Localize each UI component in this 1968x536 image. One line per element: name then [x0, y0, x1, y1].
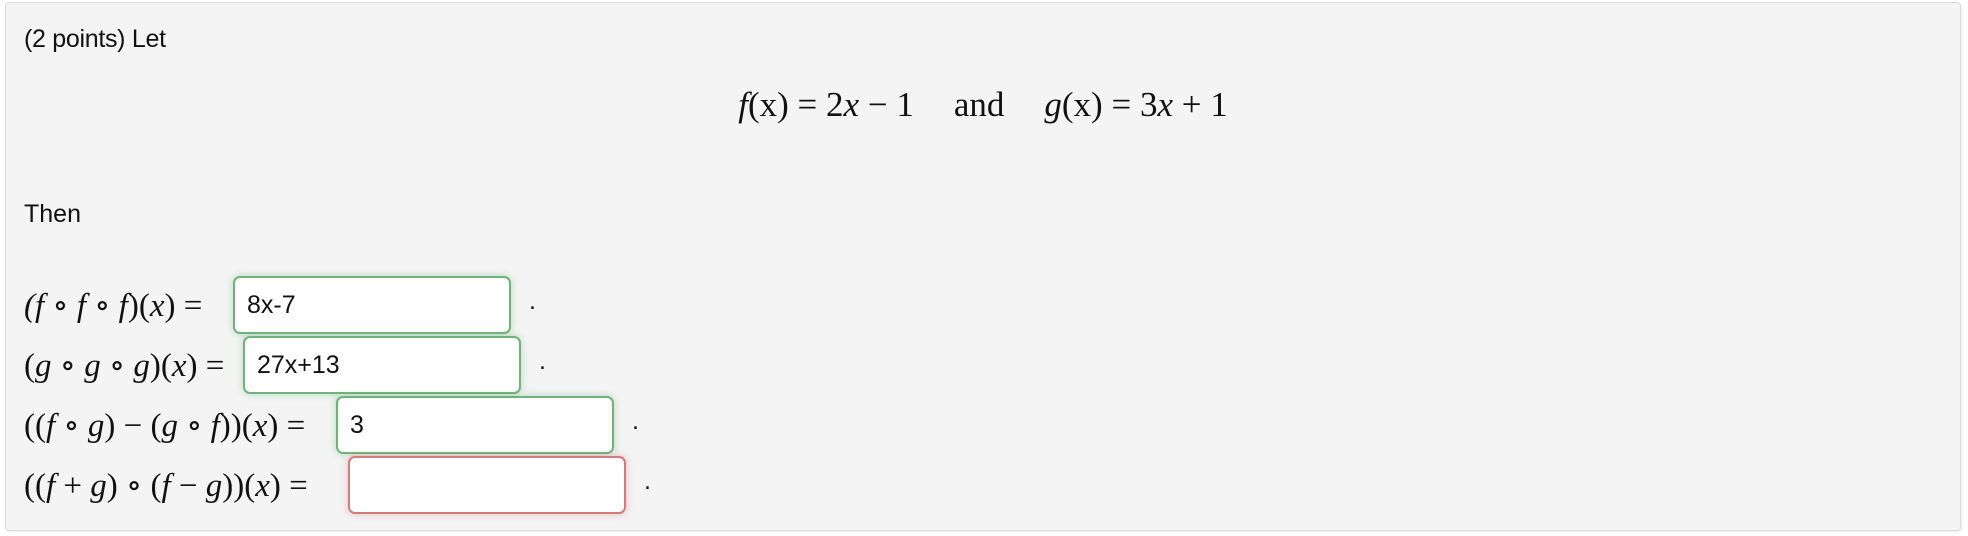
- part-2-period: .: [539, 347, 546, 375]
- function-definitions: f(x) = 2x − 1 and g(x) = 3x + 1: [738, 85, 1228, 124]
- then-label: Then: [24, 200, 81, 228]
- part-4-expression: ((f + g) ∘ (f − g))(x) =: [24, 468, 308, 504]
- part-2-row: (g ∘ g ∘ g)(x) =: [24, 336, 224, 394]
- problem-container: (2 points) Let f(x) = 2x − 1 and g(x) = 3x…: [5, 2, 1961, 531]
- f-symbol: f: [738, 85, 748, 124]
- part-1-period: .: [529, 287, 536, 315]
- part-3-row: ((f ∘ g) − (g ∘ f))(x) =: [24, 396, 305, 454]
- part-3-period: .: [632, 407, 639, 435]
- part-2-answer-input[interactable]: [243, 336, 521, 394]
- part-1-expression: (f ∘ f ∘ f)(x) =: [24, 288, 203, 324]
- part-3-expression: ((f ∘ g) − (g ∘ f))(x) =: [24, 408, 306, 444]
- connector-and: and: [953, 85, 1005, 124]
- part-1-answer-input[interactable]: [233, 276, 511, 334]
- part-2-expression: (g ∘ g ∘ g)(x) =: [24, 348, 225, 384]
- part-3-answer-input[interactable]: [336, 396, 614, 454]
- part-4-answer-input[interactable]: [348, 456, 626, 514]
- part-4-period: .: [644, 467, 651, 495]
- part-1-row: (f ∘ f ∘ f)(x) =: [24, 276, 202, 334]
- part-4-row: ((f + g) ∘ (f − g))(x) =: [24, 456, 308, 514]
- g-symbol: g: [1044, 85, 1062, 124]
- problem-intro: (2 points) Let: [24, 25, 166, 53]
